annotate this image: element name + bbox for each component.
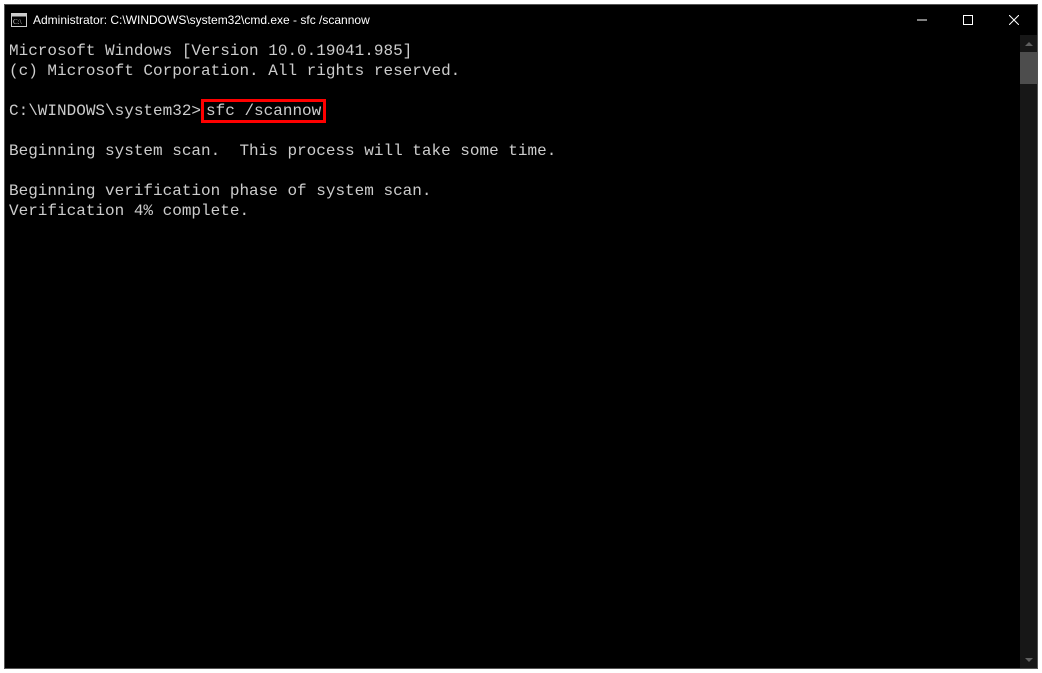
output-line: Beginning verification phase of system s… bbox=[9, 182, 431, 200]
prompt: C:\WINDOWS\system32> bbox=[9, 102, 201, 120]
terminal-output[interactable]: Microsoft Windows [Version 10.0.19041.98… bbox=[5, 35, 1020, 668]
scroll-thumb[interactable] bbox=[1020, 52, 1037, 84]
cmd-icon: C:\ bbox=[11, 12, 27, 28]
titlebar[interactable]: C:\ Administrator: C:\WINDOWS\system32\c… bbox=[5, 5, 1037, 35]
terminal-body: Microsoft Windows [Version 10.0.19041.98… bbox=[5, 35, 1037, 668]
scroll-up-arrow-icon[interactable] bbox=[1020, 35, 1037, 52]
vertical-scrollbar[interactable] bbox=[1020, 35, 1037, 668]
output-line: Verification 4% complete. bbox=[9, 202, 249, 220]
highlighted-command: sfc /scannow bbox=[201, 99, 326, 123]
scroll-down-arrow-icon[interactable] bbox=[1020, 651, 1037, 668]
output-line: (c) Microsoft Corporation. All rights re… bbox=[9, 62, 460, 80]
minimize-button[interactable] bbox=[899, 5, 945, 35]
close-button[interactable] bbox=[991, 5, 1037, 35]
maximize-button[interactable] bbox=[945, 5, 991, 35]
window-title: Administrator: C:\WINDOWS\system32\cmd.e… bbox=[33, 13, 370, 27]
window-controls bbox=[899, 5, 1037, 35]
svg-text:C:\: C:\ bbox=[13, 18, 22, 26]
output-line: Beginning system scan. This process will… bbox=[9, 142, 556, 160]
output-line: Microsoft Windows [Version 10.0.19041.98… bbox=[9, 42, 412, 60]
scroll-track[interactable] bbox=[1020, 52, 1037, 651]
cmd-window: C:\ Administrator: C:\WINDOWS\system32\c… bbox=[4, 4, 1038, 669]
